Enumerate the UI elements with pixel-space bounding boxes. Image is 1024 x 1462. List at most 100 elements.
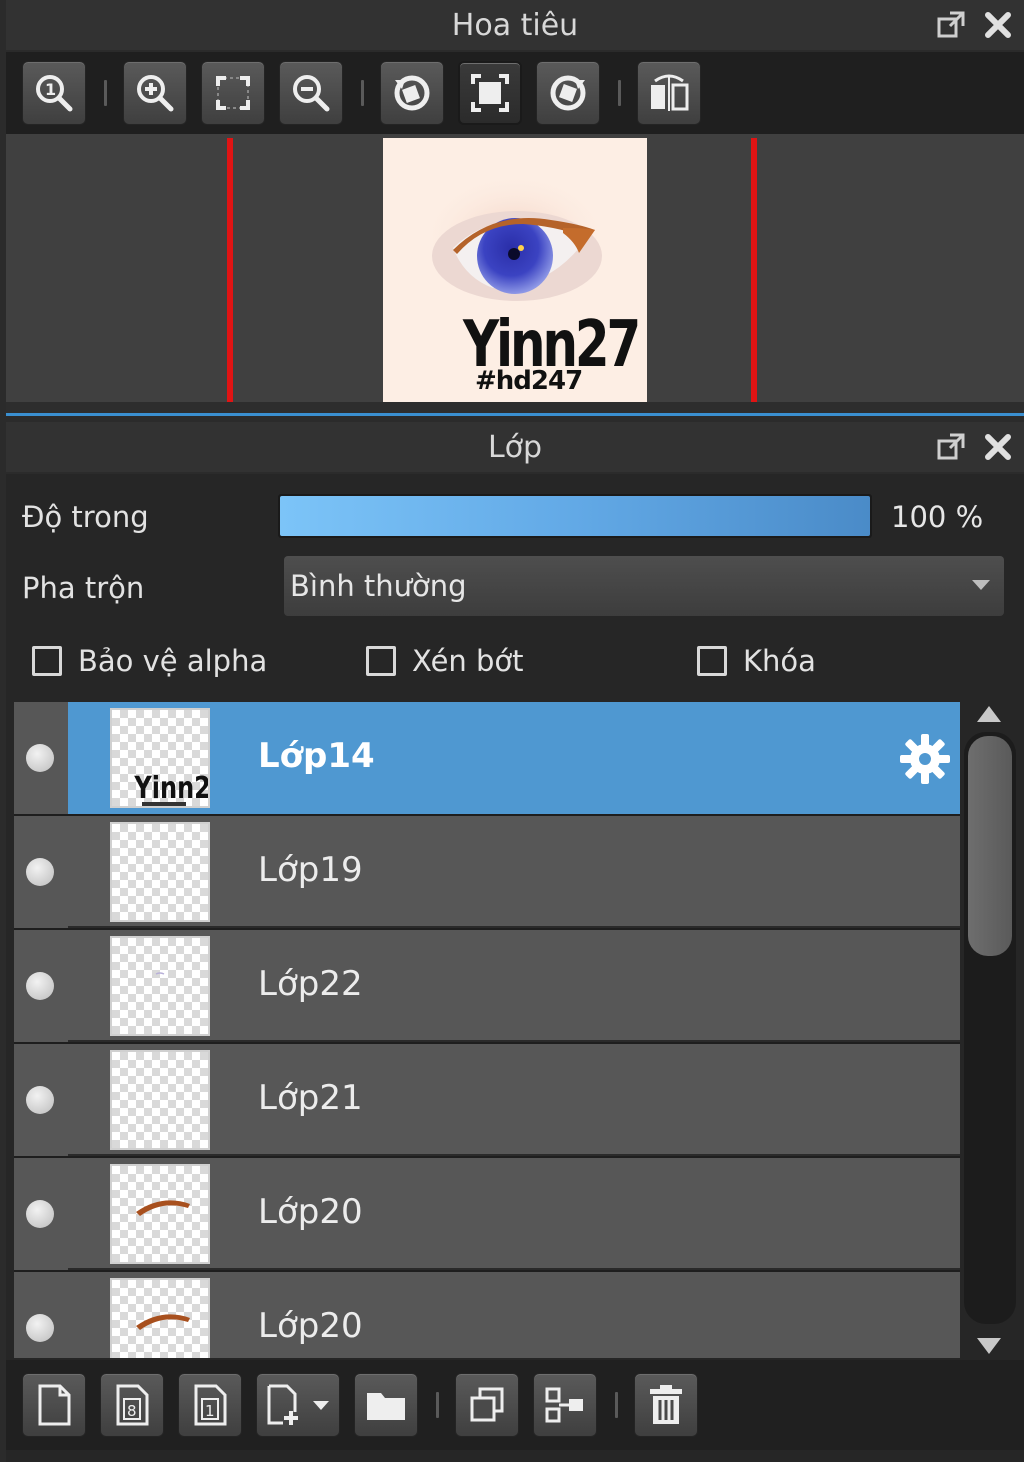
layer-list: Yinn27 Lớp14 bbox=[14, 702, 960, 1358]
new-8bit-layer-icon: 8 bbox=[116, 1384, 149, 1426]
svg-text:1: 1 bbox=[45, 80, 56, 99]
canvas-thumbnail: Yinn27 #hd247 bbox=[383, 138, 647, 402]
panel-splitter[interactable] bbox=[6, 402, 1024, 416]
new-folder-button[interactable] bbox=[354, 1373, 418, 1437]
navigator-toolbar: 1 bbox=[6, 52, 1024, 134]
zoom-out-icon bbox=[293, 75, 330, 112]
layer-row[interactable]: Yinn27 Lớp14 bbox=[14, 702, 960, 814]
layer-row[interactable]: Lớp21 bbox=[14, 1044, 960, 1156]
layer-name: Lớp14 bbox=[258, 736, 375, 776]
visibility-toggle[interactable] bbox=[14, 1044, 68, 1156]
add-layer-dropdown-icon bbox=[267, 1384, 329, 1425]
layer-list-scrollbar[interactable] bbox=[962, 702, 1018, 1358]
duplicate-layer-icon bbox=[470, 1387, 504, 1422]
new-layer-button[interactable] bbox=[22, 1373, 86, 1437]
flip-horizontal-icon bbox=[651, 74, 689, 111]
undock-icon[interactable] bbox=[936, 432, 966, 462]
visibility-toggle[interactable] bbox=[14, 702, 68, 814]
fit-screen-icon bbox=[216, 76, 250, 110]
visibility-toggle[interactable] bbox=[14, 1158, 68, 1270]
rotate-left-button[interactable] bbox=[380, 61, 444, 125]
navigator-title: Hoa tiêu bbox=[451, 7, 579, 43]
blend-mode-value: Bình thường bbox=[290, 569, 467, 603]
flip-horizontal-button[interactable] bbox=[637, 61, 701, 125]
layer-panel-title: Lớp bbox=[487, 429, 543, 465]
layer-thumbnail bbox=[110, 1164, 210, 1264]
fit-canvas-icon bbox=[471, 74, 509, 112]
new-8bit-layer-button[interactable]: 8 bbox=[100, 1373, 164, 1437]
scroll-up-arrow-icon[interactable] bbox=[977, 706, 1001, 722]
layer-row[interactable]: Lớp20 bbox=[14, 1158, 960, 1270]
view-bound-right bbox=[751, 138, 757, 402]
actual-size-icon: 1 bbox=[36, 75, 73, 112]
layer-thumbnail bbox=[110, 936, 210, 1036]
navigator-panel-header: Hoa tiêu bbox=[6, 0, 1024, 50]
layer-row-main[interactable]: Yinn27 Lớp14 bbox=[68, 702, 960, 814]
layer-settings-button[interactable] bbox=[898, 732, 952, 790]
layer-row-main[interactable]: Lớp20 bbox=[68, 1272, 960, 1358]
checkbox-box bbox=[697, 646, 727, 676]
layer-row[interactable]: Lớp22 bbox=[14, 930, 960, 1042]
toolbar-separator bbox=[104, 80, 107, 106]
clipping-label: Xén bớt bbox=[412, 644, 524, 678]
layer-row[interactable]: Lớp19 bbox=[14, 816, 960, 928]
delete-layer-button[interactable] bbox=[634, 1373, 698, 1437]
layer-name: Lớp21 bbox=[258, 1078, 363, 1118]
protect-alpha-label: Bảo vệ alpha bbox=[78, 644, 268, 678]
layer-row-main[interactable]: Lớp21 bbox=[68, 1044, 960, 1156]
visibility-toggle[interactable] bbox=[14, 930, 68, 1042]
new-1bit-layer-icon: 1 bbox=[194, 1384, 227, 1426]
merge-layer-icon bbox=[545, 1387, 583, 1423]
zoom-in-button[interactable] bbox=[123, 61, 187, 125]
undock-icon[interactable] bbox=[936, 10, 966, 40]
layer-row-main[interactable]: Lớp22 bbox=[68, 930, 960, 1042]
layer-row-main[interactable]: Lớp19 bbox=[68, 816, 960, 928]
visibility-dot-icon bbox=[26, 1086, 54, 1114]
fit-canvas-button[interactable] bbox=[458, 61, 522, 125]
visibility-toggle[interactable] bbox=[14, 1272, 68, 1358]
merge-layer-button[interactable] bbox=[533, 1373, 597, 1437]
layer-thumbnail: Yinn27 bbox=[110, 708, 210, 808]
layer-thumbnail bbox=[110, 1050, 210, 1150]
fit-screen-button[interactable] bbox=[201, 61, 265, 125]
new-1bit-layer-button[interactable]: 1 bbox=[178, 1373, 242, 1437]
actual-size-button[interactable]: 1 bbox=[22, 61, 86, 125]
rotate-right-icon bbox=[550, 75, 586, 111]
opacity-slider[interactable] bbox=[278, 494, 872, 538]
toolbar-separator bbox=[436, 1392, 439, 1418]
layer-thumbnail bbox=[110, 1278, 210, 1358]
visibility-toggle[interactable] bbox=[14, 816, 68, 928]
layer-panel-body: Độ trong 100 % Pha trộn Bình thường Bảo … bbox=[6, 474, 1024, 1462]
visibility-dot-icon bbox=[26, 972, 54, 1000]
protect-alpha-checkbox[interactable]: Bảo vệ alpha bbox=[32, 644, 267, 678]
visibility-dot-icon bbox=[26, 1314, 54, 1342]
toolbar-separator bbox=[361, 80, 364, 106]
visibility-dot-icon bbox=[26, 858, 54, 886]
checkbox-box bbox=[32, 646, 62, 676]
clipping-checkbox[interactable]: Xén bớt bbox=[366, 644, 524, 678]
lock-checkbox[interactable]: Khóa bbox=[697, 644, 816, 678]
layer-name: Lớp20 bbox=[258, 1306, 363, 1346]
checkbox-box bbox=[366, 646, 396, 676]
layer-row-main[interactable]: Lớp20 bbox=[68, 1158, 960, 1270]
close-icon[interactable] bbox=[984, 11, 1012, 39]
scroll-down-arrow-icon[interactable] bbox=[977, 1338, 1001, 1354]
toolbar-separator bbox=[615, 1392, 618, 1418]
svg-text:1: 1 bbox=[205, 1402, 215, 1420]
visibility-dot-icon bbox=[26, 744, 54, 772]
scroll-thumb[interactable] bbox=[968, 736, 1012, 956]
svg-text:Yinn27: Yinn27 bbox=[134, 771, 210, 805]
duplicate-layer-button[interactable] bbox=[455, 1373, 519, 1437]
rotate-left-icon bbox=[394, 75, 430, 111]
zoom-in-icon bbox=[137, 75, 174, 112]
rotate-right-button[interactable] bbox=[536, 61, 600, 125]
add-layer-dropdown-button[interactable] bbox=[256, 1373, 340, 1437]
blend-mode-select[interactable]: Bình thường bbox=[284, 556, 1004, 616]
zoom-out-button[interactable] bbox=[279, 61, 343, 125]
close-icon[interactable] bbox=[984, 433, 1012, 461]
navigator-preview[interactable]: Yinn27 #hd247 bbox=[6, 134, 1024, 402]
visibility-dot-icon bbox=[26, 1200, 54, 1228]
layer-row[interactable]: Lớp20 bbox=[14, 1272, 960, 1358]
layer-panel-header: Lớp bbox=[6, 422, 1024, 472]
svg-text:8: 8 bbox=[127, 1402, 137, 1420]
